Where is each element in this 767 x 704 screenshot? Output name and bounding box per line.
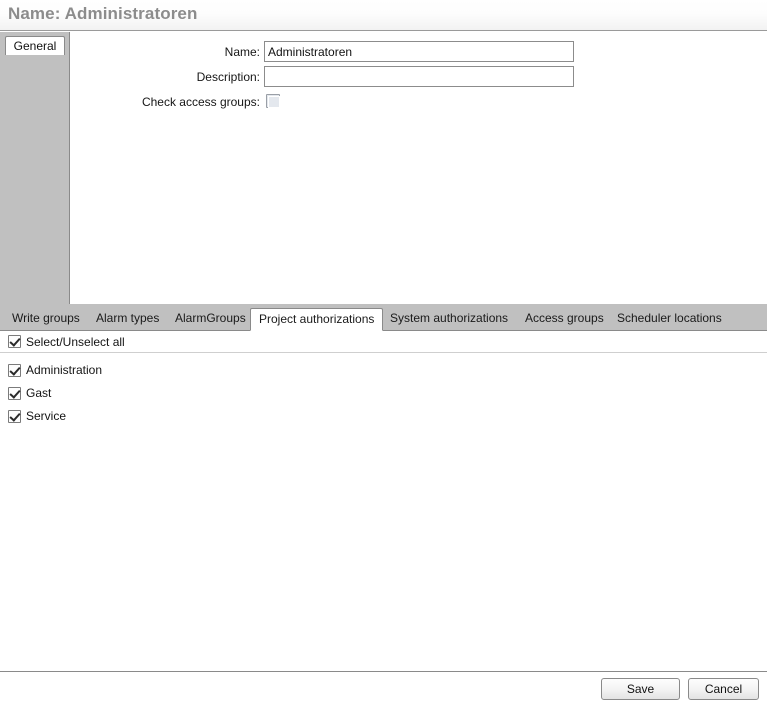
list-item-label: Administration: [26, 363, 103, 377]
list-item-checkbox[interactable]: [8, 387, 21, 400]
select-all-checkbox[interactable]: [8, 335, 21, 348]
cancel-button[interactable]: Cancel: [688, 678, 759, 700]
tab-access-groups[interactable]: Access groups: [517, 308, 612, 331]
list-item-checkbox[interactable]: [8, 410, 21, 423]
select-all-row[interactable]: Select/Unselect all: [0, 331, 767, 353]
list-item[interactable]: Service: [0, 406, 767, 429]
general-form-panel: Name: Description: Check access groups:: [70, 32, 767, 304]
tab-scheduler-locations[interactable]: Scheduler locations: [609, 308, 730, 331]
page-title: Name: Administratoren: [8, 4, 198, 23]
select-all-label: Select/Unselect all: [26, 335, 125, 349]
name-input[interactable]: [264, 41, 574, 62]
general-pane: General Name: Description: Check access …: [0, 32, 767, 304]
tab-system-authorizations[interactable]: System authorizations: [382, 308, 516, 331]
tab-alarm-groups[interactable]: AlarmGroups: [167, 308, 254, 331]
list-item[interactable]: Gast: [0, 383, 767, 406]
list-item[interactable]: Administration: [0, 360, 767, 383]
description-input[interactable]: [264, 66, 574, 87]
tab-alarm-types[interactable]: Alarm types: [88, 308, 167, 331]
project-authorizations-panel: Select/Unselect all Administration Gast …: [0, 331, 767, 672]
list-item-checkbox[interactable]: [8, 364, 21, 377]
save-button[interactable]: Save: [601, 678, 680, 700]
check-access-groups-label: Check access groups:: [141, 95, 260, 109]
description-label: Description:: [196, 70, 260, 84]
name-label: Name:: [224, 45, 260, 59]
list-item-label: Gast: [26, 386, 52, 400]
tab-write-groups[interactable]: Write groups: [4, 308, 88, 331]
form-row-name: Name:: [70, 41, 767, 63]
group-properties-dialog: Name: Administratoren General Name: Desc…: [0, 0, 767, 704]
form-row-check-access-groups: Check access groups:: [70, 91, 767, 113]
check-access-groups-checkbox[interactable]: [266, 94, 280, 108]
authorization-tab-bar: Write groups Alarm types AlarmGroups Pro…: [0, 304, 767, 331]
list-item-label: Service: [26, 409, 67, 423]
vertical-tab-strip: General: [0, 32, 70, 304]
tab-general[interactable]: General: [5, 36, 65, 55]
form-row-description: Description:: [70, 66, 767, 88]
dialog-header: Name: Administratoren: [0, 0, 767, 31]
tab-project-authorizations[interactable]: Project authorizations: [250, 308, 384, 331]
authorization-list: Administration Gast Service: [0, 354, 767, 671]
dialog-footer: Save Cancel: [0, 673, 767, 704]
